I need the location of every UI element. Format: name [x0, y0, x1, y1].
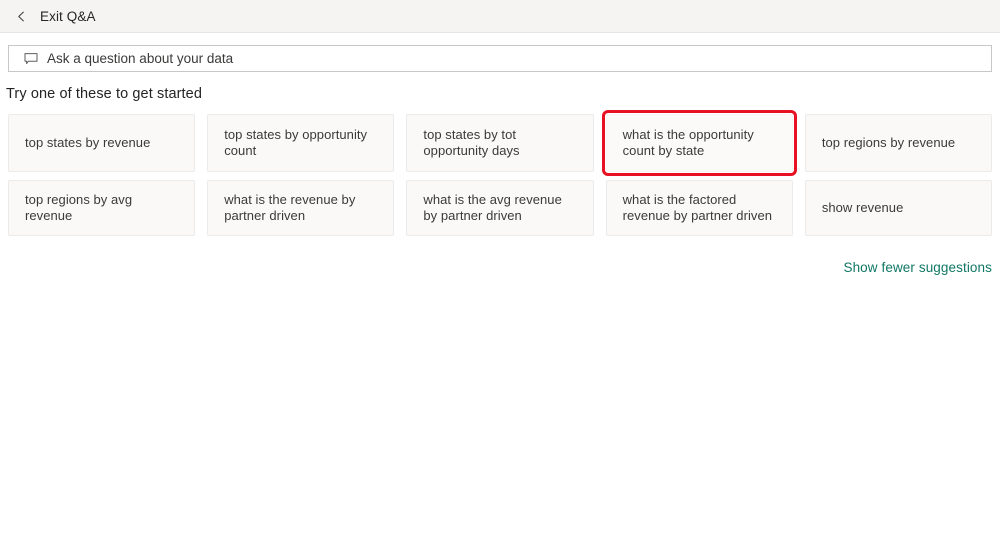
suggestion-grid: top states by revenue top states by oppo…	[8, 114, 992, 236]
suggestion-row: top regions by avg revenue what is the r…	[8, 180, 992, 236]
suggestions-heading: Try one of these to get started	[6, 86, 202, 102]
suggestion-label: what is the revenue by partner driven	[224, 192, 377, 224]
suggestion-label: what is the opportunity count by state	[623, 127, 776, 159]
question-input[interactable]	[47, 50, 983, 68]
suggestion-label: show revenue	[822, 200, 904, 216]
top-bar: Exit Q&A	[0, 0, 1000, 33]
suggestion-row: top states by revenue top states by oppo…	[8, 114, 992, 172]
suggestion-card[interactable]: show revenue	[805, 180, 992, 236]
suggestion-card[interactable]: top states by tot opportunity days	[406, 114, 593, 172]
exit-qa-label: Exit Q&A	[40, 9, 96, 24]
exit-qa-button[interactable]: Exit Q&A	[0, 0, 106, 32]
suggestion-label: top regions by revenue	[822, 135, 955, 151]
suggestion-card[interactable]: what is the factored revenue by partner …	[606, 180, 793, 236]
suggestion-card[interactable]: top regions by avg revenue	[8, 180, 195, 236]
suggestion-label: top states by opportunity count	[224, 127, 377, 159]
suggestion-card-highlighted[interactable]: what is the opportunity count by state	[606, 114, 793, 172]
suggestion-label: top states by revenue	[25, 135, 150, 151]
suggestion-label: what is the avg revenue by partner drive…	[423, 192, 576, 224]
suggestion-card[interactable]: top regions by revenue	[805, 114, 992, 172]
suggestion-label: top regions by avg revenue	[25, 192, 178, 224]
suggestion-label: top states by tot opportunity days	[423, 127, 576, 159]
suggestion-card[interactable]: what is the avg revenue by partner drive…	[406, 180, 593, 236]
suggestion-label: what is the factored revenue by partner …	[623, 192, 776, 224]
suggestion-card[interactable]: what is the revenue by partner driven	[207, 180, 394, 236]
speech-bubble-icon	[24, 52, 38, 66]
chevron-left-icon	[16, 11, 27, 22]
question-input-container[interactable]	[8, 45, 992, 72]
suggestion-card[interactable]: top states by revenue	[8, 114, 195, 172]
suggestion-card[interactable]: top states by opportunity count	[207, 114, 394, 172]
show-fewer-suggestions-link[interactable]: Show fewer suggestions	[843, 260, 992, 275]
